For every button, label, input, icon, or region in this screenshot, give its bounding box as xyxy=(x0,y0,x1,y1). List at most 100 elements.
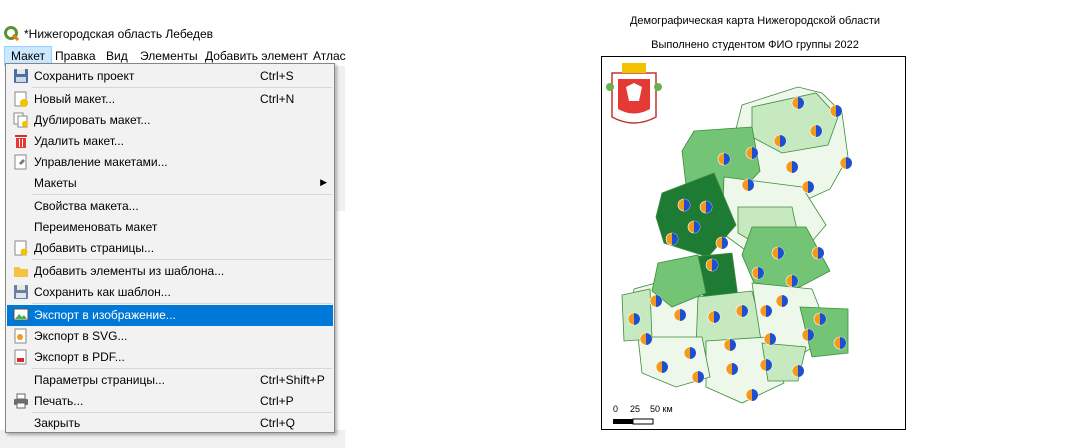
submenu-arrow-icon: ▶ xyxy=(320,177,327,187)
window-title: *Нижегородская область Лебедев xyxy=(24,27,214,41)
scale-bar-graphic xyxy=(613,418,654,425)
pie-chart-icon xyxy=(771,246,785,260)
layout-page: Демографическая карта Нижегородской обла… xyxy=(590,0,920,448)
folder-icon xyxy=(14,267,28,277)
pie-chart-icon xyxy=(687,220,701,234)
menu-item-shortcut: Ctrl+N xyxy=(260,92,295,106)
pie-chart-icon xyxy=(715,236,729,250)
pie-chart-icon xyxy=(649,294,663,308)
pie-chart-icon xyxy=(773,134,787,148)
menu-item-label: Свойства макета... xyxy=(34,199,139,213)
menu-item-label: Макеты xyxy=(34,176,77,190)
menu-item-export-svg[interactable]: Экспорт в SVG... xyxy=(7,326,333,347)
pie-chart-icon xyxy=(809,124,823,138)
menu-item-label: Новый макет... xyxy=(34,92,116,106)
menu-item-new-layout[interactable]: Новый макет... Ctrl+N xyxy=(7,89,333,110)
region-map xyxy=(606,63,853,404)
map-title: Демографическая карта Нижегородской обла… xyxy=(629,15,881,27)
layout-manager-icon xyxy=(14,154,27,170)
qgis-logo-icon xyxy=(4,26,20,42)
menu-item-shortcut: Ctrl+P xyxy=(260,394,294,408)
menu-item-label: Управление макетами... xyxy=(34,155,168,169)
menu-item-print[interactable]: Печать... Ctrl+P xyxy=(7,391,333,412)
menu-separator xyxy=(32,259,332,260)
menu-item-save-as-template[interactable]: Сохранить как шаблон... xyxy=(7,282,333,303)
pie-chart-icon xyxy=(655,360,669,374)
menu-item-label: Добавить элементы из шаблона... xyxy=(34,264,225,278)
menu-item-layout-properties[interactable]: Свойства макета... xyxy=(7,196,333,217)
menu-item-label: Переименовать макет xyxy=(34,220,158,234)
save-icon xyxy=(14,69,28,83)
scale-label: 25 xyxy=(630,404,641,414)
menu-item-add-from-template[interactable]: Добавить элементы из шаблона... xyxy=(7,261,333,282)
menu-item-close[interactable]: Закрыть Ctrl+Q xyxy=(7,413,333,434)
pie-chart-icon xyxy=(751,266,765,280)
menu-item-label: Сохранить как шаблон... xyxy=(34,285,171,299)
pie-chart-icon xyxy=(745,146,759,160)
pie-chart-icon xyxy=(759,304,773,318)
menu-item-shortcut: Ctrl+S xyxy=(260,69,294,83)
pie-chart-icon xyxy=(763,332,777,346)
pie-chart-icon xyxy=(741,178,755,192)
menu-item-layout-manager[interactable]: Управление макетами... xyxy=(7,152,333,173)
pie-chart-icon xyxy=(759,358,773,372)
menu-separator xyxy=(32,194,332,195)
pie-chart-icon xyxy=(811,246,825,260)
menu-item-label: Экспорт в PDF... xyxy=(34,350,125,364)
add-pages-icon xyxy=(14,240,28,256)
pie-chart-icon xyxy=(775,294,789,308)
print-icon xyxy=(14,393,28,409)
duplicate-layout-icon xyxy=(13,112,28,128)
pie-chart-icon xyxy=(673,308,687,322)
layout-window: *Нижегородская область Лебедев Макет Пра… xyxy=(0,0,346,448)
menu-item-label: Закрыть xyxy=(34,416,81,430)
pie-chart-icon xyxy=(691,370,705,384)
pie-chart-icon xyxy=(829,104,843,118)
menu-item-layouts-submenu[interactable]: Макеты ▶ xyxy=(7,173,333,194)
pie-chart-icon xyxy=(627,312,641,326)
map-frame xyxy=(601,56,906,430)
pie-chart-icon xyxy=(683,346,697,360)
menu-item-export-image[interactable]: Экспорт в изображение... xyxy=(7,305,333,326)
menu-item-duplicate-layout[interactable]: Дублировать макет... xyxy=(7,110,333,131)
menu-item-label: Дублировать макет... xyxy=(34,113,151,127)
pie-chart-icon xyxy=(677,198,691,212)
scale-label: 0 xyxy=(613,404,619,414)
pie-chart-icon xyxy=(813,312,827,326)
export-pdf-icon xyxy=(14,349,27,365)
menu-item-shortcut: Ctrl+Q xyxy=(260,416,296,430)
pie-chart-icon xyxy=(705,258,719,272)
pie-chart-icon xyxy=(839,156,853,170)
pie-chart-icon xyxy=(801,180,815,194)
menu-item-label: Экспорт в изображение... xyxy=(34,308,176,322)
menu-separator xyxy=(32,303,332,304)
delete-icon xyxy=(15,135,27,148)
menu-item-page-setup[interactable]: Параметры страницы... Ctrl+Shift+P xyxy=(7,370,333,391)
pie-chart-icon xyxy=(791,96,805,110)
new-layout-icon xyxy=(14,91,28,107)
menu-item-save-project[interactable]: Сохранить проект Ctrl+S xyxy=(7,66,333,87)
pie-chart-icon xyxy=(699,200,713,214)
export-image-icon xyxy=(13,308,29,321)
pie-chart-icon xyxy=(833,336,847,350)
pie-chart-icon xyxy=(785,160,799,174)
export-svg-icon xyxy=(14,328,27,344)
layout-menu-dropdown: Сохранить проект Ctrl+S Новый макет... C… xyxy=(5,63,335,433)
menu-item-add-pages[interactable]: Добавить страницы... xyxy=(7,238,333,259)
pie-chart-icon xyxy=(735,304,749,318)
pie-chart-icon xyxy=(725,362,739,376)
menu-item-label: Экспорт в SVG... xyxy=(34,329,128,343)
menu-item-label: Добавить страницы... xyxy=(34,241,155,255)
menu-separator xyxy=(32,87,332,88)
pie-chart-icon xyxy=(791,364,805,378)
pie-chart-icon xyxy=(665,232,679,246)
menu-item-export-pdf[interactable]: Экспорт в PDF... xyxy=(7,347,333,368)
menu-item-rename-layout[interactable]: Переименовать макет xyxy=(7,217,333,238)
menu-item-delete-layout[interactable]: Удалить макет... xyxy=(7,131,333,152)
title-bar: *Нижегородская область Лебедев xyxy=(0,22,345,46)
pie-chart-icon xyxy=(745,388,759,402)
pie-chart-icon xyxy=(723,338,737,352)
menu-separator xyxy=(32,368,332,369)
pie-chart-icon xyxy=(707,310,721,324)
menu-item-label: Печать... xyxy=(34,394,84,408)
